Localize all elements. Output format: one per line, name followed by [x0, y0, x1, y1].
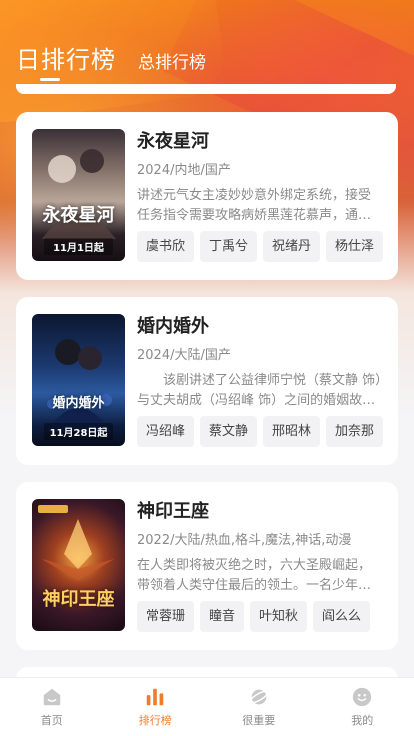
show-title[interactable]: 婚内婚外 [137, 315, 382, 339]
tab-label: 首页 [40, 714, 63, 727]
tab-daily-rank[interactable]: 日排行榜 [16, 40, 116, 75]
ranking-list: 永夜星河 11月1日起 永夜星河 2024/内地/国产 讲述元气女主凌妙妙意外绑… [16, 112, 398, 724]
poster-date: 11月28日起 [44, 423, 113, 440]
actor-tag[interactable]: 阎么么 [313, 601, 371, 632]
poster-date: 11月1日起 [44, 238, 113, 255]
bottom-tab-bar: 首页 排行榜 很重要 我的 [0, 677, 414, 736]
poster-title: 婚内婚外 [52, 396, 105, 411]
actor-tag[interactable]: 常蓉珊 [137, 601, 195, 632]
show-title[interactable]: 永夜星河 [137, 130, 382, 154]
smile-face-icon [353, 687, 372, 707]
ranking-card[interactable]: 神印王座 神印王座 2022/大陆/热血,格斗,魔法,神话,动漫 在人类即将被灭… [16, 482, 398, 650]
show-description: 在人类即将被灭绝之时，六大圣殿崛起，带领着人类守住最后的领土。一名少年，为... [137, 558, 372, 593]
actor-tag[interactable]: 蔡文静 [200, 416, 258, 447]
bar-chart-icon [147, 688, 164, 706]
card-info: 婚内婚外 2024/大陆/国产 该剧讲述了公益律师宁悦（蔡文静 饰）与丈夫胡成（… [137, 315, 384, 447]
actor-tag[interactable]: 冯绍峰 [137, 416, 195, 447]
previous-card-edge [16, 84, 396, 94]
rank-tabs: 日排行榜 总排行榜 [16, 40, 206, 75]
tab-indicator [40, 78, 60, 81]
tab-ranking[interactable]: 排行榜 [104, 678, 208, 736]
tab-home[interactable]: 首页 [0, 678, 104, 736]
poster-image[interactable]: 神印王座 [32, 499, 125, 631]
tab-label: 排行榜 [138, 714, 172, 727]
show-description: 讲述元气女主凌妙妙意外绑定系统，接受任务指令需要攻略病娇黑莲花慕声，通过... [137, 188, 372, 223]
actor-tag[interactable]: 瞳音 [200, 601, 245, 632]
poster-art [38, 505, 114, 581]
poster-image[interactable]: 永夜星河 11月1日起 [32, 129, 125, 261]
home-icon [43, 688, 60, 706]
ranking-card[interactable]: 永夜星河 11月1日起 永夜星河 2024/内地/国产 讲述元气女主凌妙妙意外绑… [16, 112, 398, 280]
show-description: 该剧讲述了公益律师宁悦（蔡文静 饰）与丈夫胡成（冯绍峰 饰）之间的婚姻故事... [137, 373, 382, 408]
actor-list: 虞书欣 丁禹兮 祝绪丹 杨仕泽 [137, 231, 384, 262]
actor-tag[interactable]: 叶知秋 [250, 601, 308, 632]
show-title[interactable]: 神印王座 [137, 500, 382, 524]
show-meta: 2022/大陆/热血,格斗,魔法,神话,动漫 [137, 533, 352, 548]
actor-tag[interactable]: 祝绪丹 [263, 231, 321, 262]
actor-tag[interactable]: 虞书欣 [137, 231, 195, 262]
show-meta: 2024/内地/国产 [137, 163, 231, 178]
actor-list: 常蓉珊 瞳音 叶知秋 阎么么 [137, 601, 382, 632]
planet-icon [249, 689, 269, 705]
tab-total-rank[interactable]: 总排行榜 [138, 48, 206, 73]
poster-image[interactable]: 婚内婚外 11月28日起 [32, 314, 125, 446]
poster-title: 永夜星河 [42, 205, 115, 226]
tab-mine[interactable]: 我的 [311, 678, 414, 736]
show-meta: 2024/大陆/国产 [137, 348, 231, 363]
ranking-card[interactable]: 婚内婚外 11月28日起 婚内婚外 2024/大陆/国产 该剧讲述了公益律师宁悦… [16, 297, 398, 465]
card-info: 永夜星河 2024/内地/国产 讲述元气女主凌妙妙意外绑定系统，接受任务指令需要… [137, 130, 384, 262]
actor-tag[interactable]: 邢昭林 [263, 416, 321, 447]
actor-tag[interactable]: 丁禹兮 [200, 231, 258, 262]
actor-list: 冯绍峰 蔡文静 邢昭林 加奈那 [137, 416, 384, 447]
tab-label: 我的 [351, 714, 374, 727]
card-info: 神印王座 2022/大陆/热血,格斗,魔法,神话,动漫 在人类即将被灭绝之时，六… [137, 500, 382, 632]
tab-important[interactable]: 很重要 [207, 678, 311, 736]
poster-title: 神印王座 [42, 589, 115, 610]
actor-tag[interactable]: 杨仕泽 [326, 231, 384, 262]
tab-label: 很重要 [242, 714, 276, 727]
actor-tag[interactable]: 加奈那 [326, 416, 384, 447]
